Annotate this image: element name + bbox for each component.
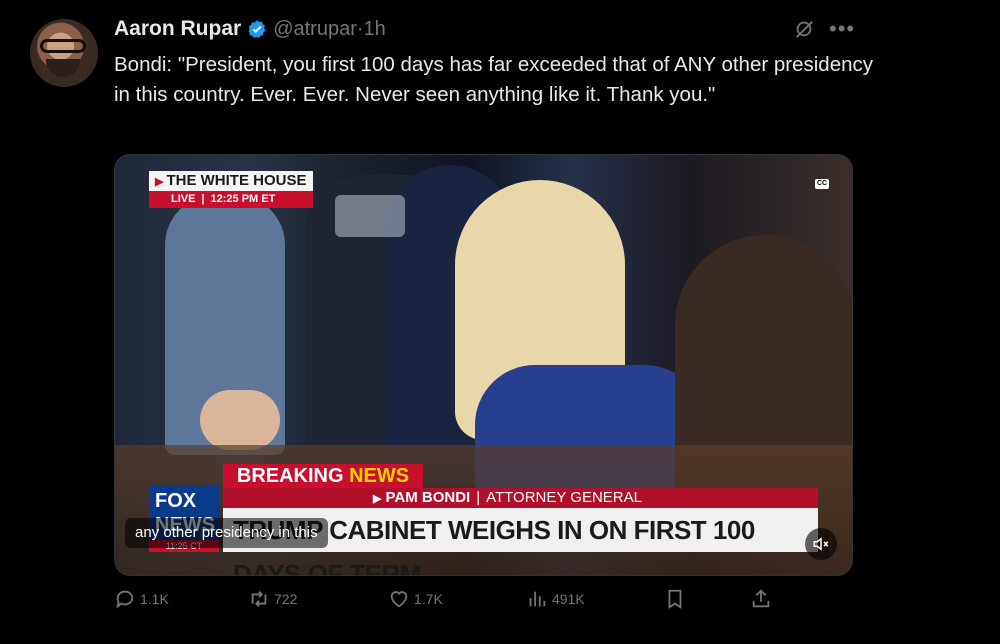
share-button[interactable] xyxy=(750,588,776,610)
views-button[interactable]: 491K xyxy=(526,588,585,610)
bug-title-text: THE WHITE HOUSE xyxy=(166,172,307,189)
tweet-text: Bondi: "President, you first 100 days ha… xyxy=(114,53,874,106)
video-player[interactable]: ▶ THE WHITE HOUSE LIVE | 12:25 PM ET CC BRE… xyxy=(114,154,853,576)
like-icon xyxy=(390,591,408,608)
tweet-header: Aaron Rupar @atrupar·1h xyxy=(114,14,386,44)
reply-button[interactable]: 1.1K xyxy=(114,588,169,610)
speaker-role: ATTORNEY GENERAL xyxy=(486,489,642,506)
share-icon xyxy=(752,589,770,608)
avatar[interactable] xyxy=(30,19,98,87)
reply-count: 1.1K xyxy=(140,591,169,607)
breaking-news-label: BREAKING NEWS xyxy=(223,464,423,488)
handle-text[interactable]: @atrupar xyxy=(273,18,357,40)
white-house-bug: ▶ THE WHITE HOUSE LIVE | 12:25 PM ET xyxy=(149,171,313,209)
mute-button[interactable] xyxy=(805,528,837,560)
author-handle[interactable]: @atrupar·1h xyxy=(273,18,386,41)
bug-title: ▶ THE WHITE HOUSE xyxy=(149,171,313,191)
news-word: NEWS xyxy=(349,465,410,487)
reply-icon xyxy=(116,590,134,609)
lower-third-name: ▶ PAM BONDI | ATTORNEY GENERAL xyxy=(223,488,818,508)
grok-icon[interactable] xyxy=(793,18,815,40)
views-icon xyxy=(529,591,546,607)
action-bar: 1.1K 722 1.7K 491K xyxy=(114,588,784,614)
like-button[interactable]: 1.7K xyxy=(388,588,443,610)
bookmark-icon xyxy=(668,589,682,609)
repost-count: 722 xyxy=(274,591,298,607)
repost-button[interactable]: 722 xyxy=(248,588,297,610)
more-icon[interactable]: ••• xyxy=(829,16,855,42)
breaking-word: BREAKING xyxy=(236,465,344,487)
speaker-name: PAM BONDI xyxy=(385,489,471,506)
repost-icon xyxy=(251,591,267,607)
bug-time: 12:25 PM ET xyxy=(210,193,276,205)
mute-icon xyxy=(813,537,829,551)
timestamp[interactable]: 1h xyxy=(364,18,386,40)
verified-badge-icon xyxy=(248,20,266,38)
author-name[interactable]: Aaron Rupar xyxy=(114,17,241,41)
bug-live: LIVE | 12:25 PM ET xyxy=(149,191,313,208)
cc-icon[interactable]: CC xyxy=(815,179,829,189)
scene-hands xyxy=(200,390,280,450)
live-label: LIVE xyxy=(171,193,196,205)
dot-separator: · xyxy=(356,17,364,40)
like-count: 1.7K xyxy=(414,591,443,607)
closed-caption: any other presidency in this xyxy=(125,518,328,548)
bookmark-button[interactable] xyxy=(664,588,690,610)
scene-glass xyxy=(335,195,405,237)
views-count: 491K xyxy=(552,591,585,607)
